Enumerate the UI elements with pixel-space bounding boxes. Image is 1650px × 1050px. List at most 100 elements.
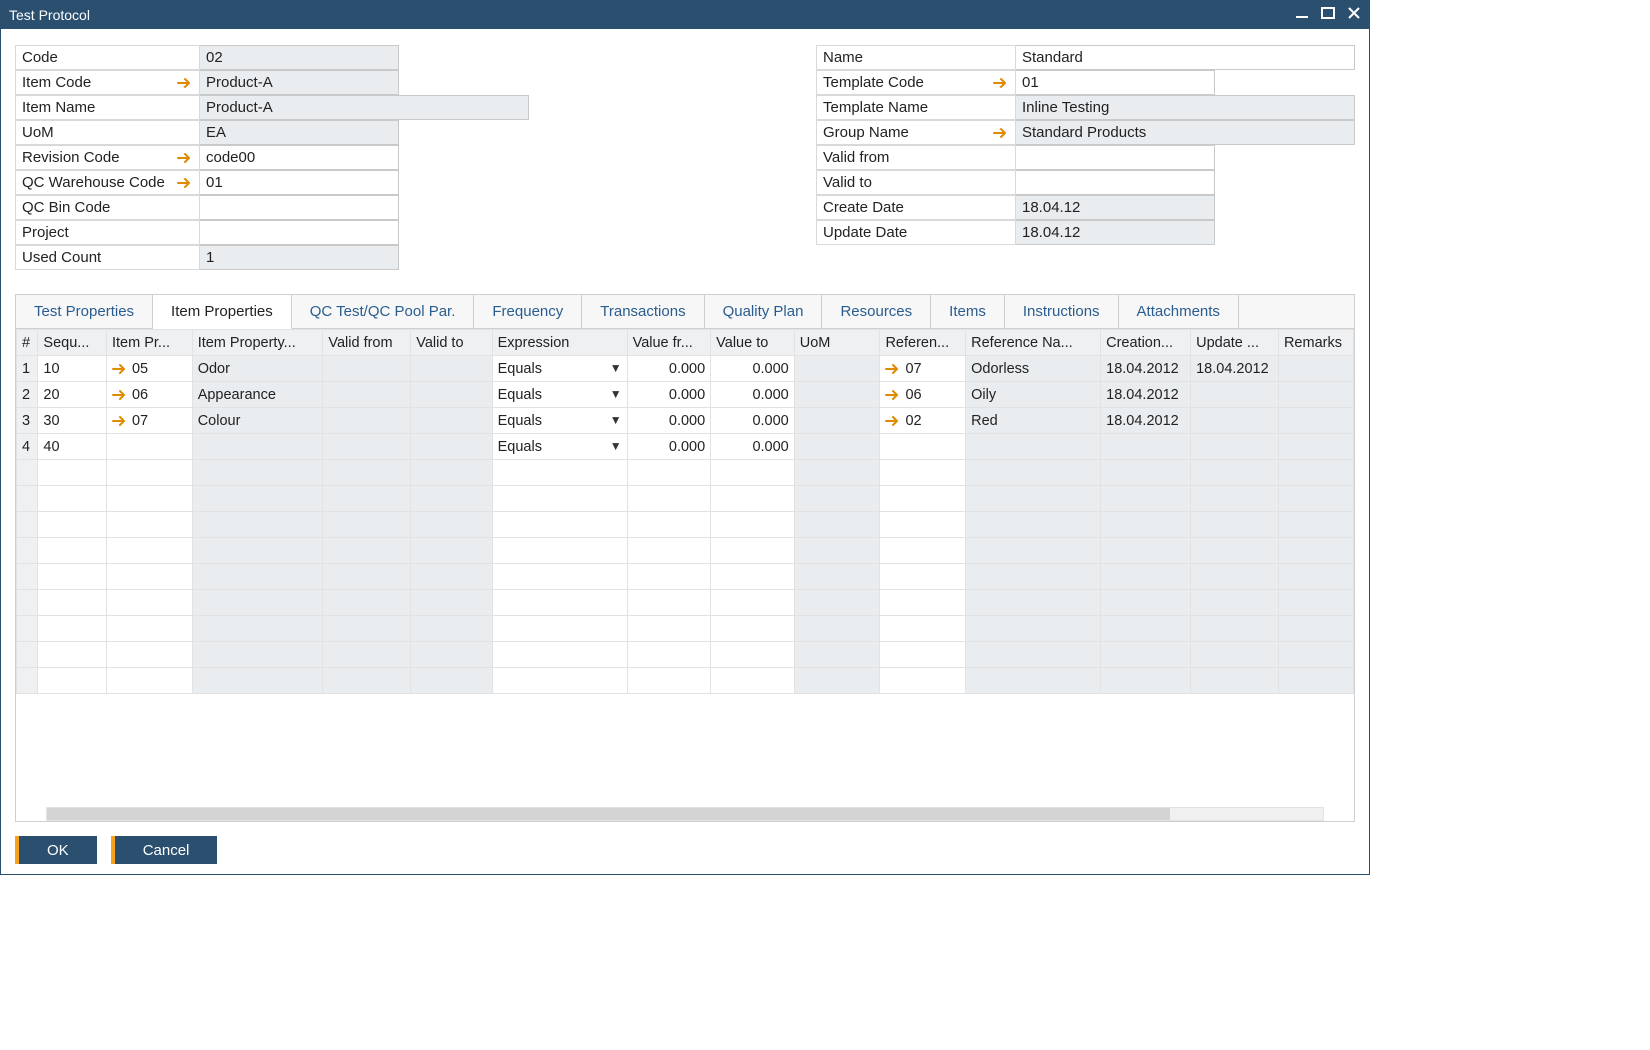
cell[interactable]: 07 [880,356,966,382]
col-header[interactable]: Expression [492,330,627,356]
project-input[interactable] [199,220,399,245]
table-row-empty[interactable] [17,590,1354,616]
link-arrow-icon[interactable] [112,415,128,427]
cell[interactable]: 06 [880,382,966,408]
cell[interactable] [1278,356,1353,382]
link-arrow-icon[interactable] [112,389,128,401]
table-row-empty[interactable] [17,564,1354,590]
template_code-input[interactable]: 01 [1015,70,1215,95]
cell[interactable]: 1 [17,356,38,382]
col-header[interactable]: Sequ... [38,330,107,356]
col-header[interactable]: Item Pr... [106,330,192,356]
table-row[interactable]: 11005OdorEquals▼0.0000.00007Odorless18.0… [17,356,1354,382]
minimize-icon[interactable] [1295,6,1309,24]
tab-qc-test-qc-pool-par-[interactable]: QC Test/QC Pool Par. [292,295,475,328]
cell[interactable] [323,408,411,434]
cell[interactable]: Equals▼ [492,408,627,434]
chevron-down-icon[interactable]: ▼ [610,439,622,453]
col-header[interactable]: Update ... [1191,330,1279,356]
col-header[interactable]: Creation... [1101,330,1191,356]
cell[interactable] [1278,408,1353,434]
item-properties-grid[interactable]: #Sequ...Item Pr...Item Property...Valid … [16,329,1354,801]
table-row[interactable]: 33007ColourEquals▼0.0000.00002Red18.04.2… [17,408,1354,434]
cell[interactable]: 0.000 [627,356,711,382]
revision_code-input[interactable]: code00 [199,145,399,170]
name-input[interactable]: Standard [1015,45,1355,70]
cell[interactable] [192,434,323,460]
cell[interactable] [1101,434,1191,460]
cell[interactable] [966,434,1101,460]
tab-transactions[interactable]: Transactions [582,295,704,328]
cell[interactable]: 05 [106,356,192,382]
cell[interactable]: 18.04.2012 [1101,408,1191,434]
cell[interactable] [1278,382,1353,408]
cell[interactable]: 18.04.2012 [1191,356,1279,382]
cell[interactable]: 0.000 [627,434,711,460]
link-arrow-icon[interactable] [112,363,128,375]
tab-attachments[interactable]: Attachments [1119,295,1239,328]
ok-button[interactable]: OK [15,836,97,864]
table-row-empty[interactable] [17,538,1354,564]
tab-test-properties[interactable]: Test Properties [16,295,153,328]
chevron-down-icon[interactable]: ▼ [610,361,622,375]
cell[interactable] [1191,434,1279,460]
tab-resources[interactable]: Resources [822,295,931,328]
cell[interactable]: Appearance [192,382,323,408]
cell[interactable]: 18.04.2012 [1101,356,1191,382]
col-header[interactable]: Remarks [1278,330,1353,356]
cell[interactable] [1278,434,1353,460]
cell[interactable] [794,434,880,460]
link-arrow-icon[interactable] [993,77,1009,89]
tab-items[interactable]: Items [931,295,1005,328]
close-icon[interactable] [1347,6,1361,24]
cell[interactable]: Red [966,408,1101,434]
table-row-empty[interactable] [17,642,1354,668]
table-row[interactable]: 22006AppearanceEquals▼0.0000.00006Oily18… [17,382,1354,408]
link-arrow-icon[interactable] [993,127,1009,139]
cell[interactable] [794,356,880,382]
link-arrow-icon[interactable] [885,389,901,401]
tab-item-properties[interactable]: Item Properties [153,295,292,329]
cell[interactable]: 0.000 [711,408,795,434]
cell[interactable] [411,356,492,382]
cell[interactable] [411,382,492,408]
cell[interactable]: Equals▼ [492,356,627,382]
maximize-icon[interactable] [1321,6,1335,24]
col-header[interactable]: UoM [794,330,880,356]
qc_bin-input[interactable] [199,195,399,220]
cell[interactable]: Odorless [966,356,1101,382]
cell[interactable]: Oily [966,382,1101,408]
cell[interactable]: 3 [17,408,38,434]
cell[interactable]: 10 [38,356,107,382]
tab-instructions[interactable]: Instructions [1005,295,1119,328]
link-arrow-icon[interactable] [177,77,193,89]
cell[interactable]: Colour [192,408,323,434]
col-header[interactable]: Reference Na... [966,330,1101,356]
table-row-empty[interactable] [17,486,1354,512]
cell[interactable]: 40 [38,434,107,460]
cell[interactable] [323,382,411,408]
cell[interactable] [323,356,411,382]
grid-horizontal-scrollbar[interactable] [46,807,1324,821]
cell[interactable]: Odor [192,356,323,382]
cell[interactable]: 07 [106,408,192,434]
table-row[interactable]: 440Equals▼0.0000.000 [17,434,1354,460]
cell[interactable]: 20 [38,382,107,408]
chevron-down-icon[interactable]: ▼ [610,387,622,401]
cell[interactable] [411,434,492,460]
tab-quality-plan[interactable]: Quality Plan [705,295,823,328]
table-row-empty[interactable] [17,460,1354,486]
table-row-empty[interactable] [17,668,1354,694]
cell[interactable] [106,434,192,460]
cell[interactable]: 4 [17,434,38,460]
cell[interactable]: 0.000 [711,434,795,460]
scrollbar-thumb[interactable] [47,808,1170,820]
cell[interactable]: 0.000 [711,382,795,408]
table-row-empty[interactable] [17,616,1354,642]
col-header[interactable]: # [17,330,38,356]
tab-frequency[interactable]: Frequency [474,295,582,328]
col-header[interactable]: Value fr... [627,330,711,356]
cell[interactable]: 02 [880,408,966,434]
cell[interactable] [794,382,880,408]
link-arrow-icon[interactable] [177,152,193,164]
